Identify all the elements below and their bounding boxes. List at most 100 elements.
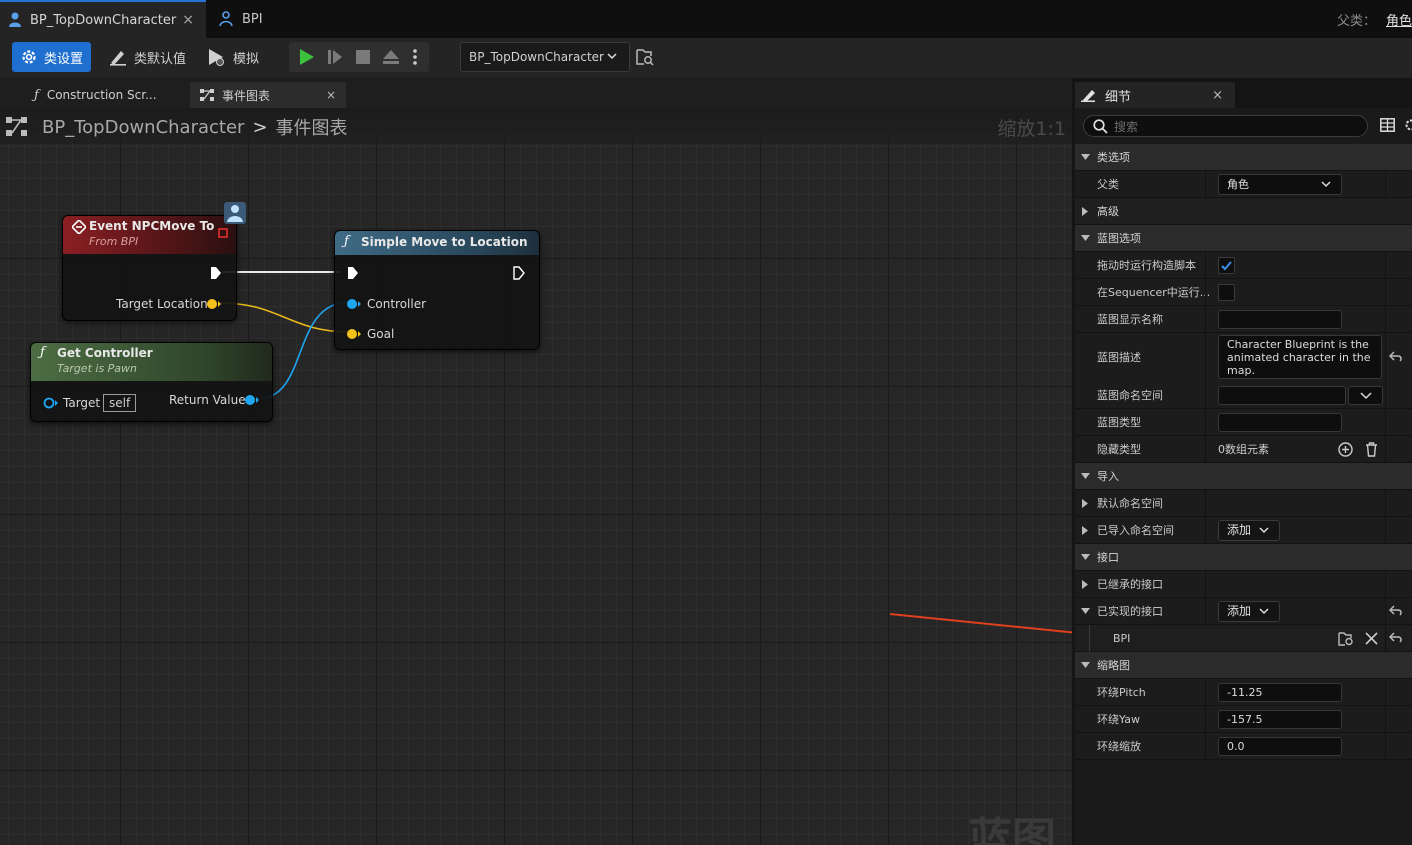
class-defaults-button[interactable]: 类默认值 [100,42,194,72]
row-run-in-sequencer: 在Sequencer中运行... [1075,279,1412,306]
exec-out-pin[interactable] [513,266,525,280]
toolbar: 类设置 类默认值 模拟 BP_TopDownCharacter [0,38,1412,78]
stop-button[interactable] [349,42,377,72]
target-default-value[interactable]: self [103,394,137,412]
play-options-button[interactable] [403,42,427,72]
details-search-input[interactable]: 搜索 [1083,115,1368,137]
vector-out-pin[interactable] [206,298,222,310]
reset-to-default-icon[interactable] [1389,351,1403,363]
tab-details[interactable]: 细节 × [1075,82,1235,108]
interface-name: BPI [1113,632,1131,645]
more-vertical-icon [413,49,417,65]
goal-in-pin[interactable] [346,328,362,340]
details-tab-bar: 细节 × [1075,78,1412,108]
delegate-pin-icon[interactable] [218,228,228,238]
row-inherited-interfaces[interactable]: 已继承的接口 [1075,571,1412,598]
run-construction-checkbox[interactable] [1218,257,1235,274]
add-interface-button[interactable]: 添加 [1218,601,1280,622]
doc-tab-bp-topdowncharacter[interactable]: BP_TopDownCharacter × [0,0,206,38]
property-label: 已导入命名空间 [1097,524,1174,537]
close-icon[interactable]: × [182,12,194,28]
display-name-field[interactable] [1218,310,1342,329]
close-icon[interactable] [1365,632,1378,645]
namespace-dropdown[interactable] [1348,386,1383,405]
chevron-down-icon [1081,154,1090,160]
row-advanced[interactable]: 高级 [1075,198,1412,225]
row-imported-namespaces[interactable]: 已导入命名空间 添加 [1075,517,1412,544]
blueprint-type-field[interactable] [1218,413,1342,432]
exec-out-pin[interactable] [210,266,222,280]
return-value-out-pin[interactable] [244,394,260,406]
property-label: 已继承的接口 [1097,578,1163,591]
run-in-sequencer-checkbox[interactable] [1218,284,1235,301]
doc-tab-label: BPI [242,11,263,27]
column-divider [1205,490,1206,516]
orbit-yaw-field[interactable]: -157.5 [1218,710,1342,729]
node-title: Simple Move to Location [361,235,528,249]
orbit-zoom-field[interactable]: 0.0 [1218,737,1342,756]
view-options-icon[interactable] [1380,118,1395,132]
controller-in-pin[interactable] [346,298,362,310]
row-display-name: 蓝图显示名称 [1075,306,1412,333]
reset-to-default-icon[interactable] [1389,605,1403,617]
eject-button[interactable] [377,42,405,72]
parent-class-combo[interactable]: 角色 [1218,174,1342,195]
row-default-namespaces[interactable]: 默认命名空间 [1075,490,1412,517]
add-imported-namespace-button[interactable]: 添加 [1218,520,1280,541]
get-controller-node[interactable]: ƒ Get Controller Target is Pawn Target s… [30,342,273,422]
class-settings-button[interactable]: 类设置 [12,42,91,72]
combo-value: 角色 [1227,178,1249,191]
close-icon[interactable]: × [1212,88,1223,103]
column-divider [1205,436,1206,462]
column-divider [1385,733,1386,759]
column-divider [1385,252,1386,278]
property-label: 蓝图描述 [1097,351,1141,364]
doc-tab-bpi[interactable]: BPI [212,0,302,38]
category-class-options[interactable]: 类选项 [1075,144,1412,171]
gear-icon[interactable] [1404,118,1412,132]
trash-icon[interactable] [1365,442,1378,457]
description-field[interactable]: Character Blueprint is the animated char… [1218,335,1382,379]
row-implemented-interfaces[interactable]: 已实现的接口 添加 [1075,598,1412,625]
simple-move-to-location-node[interactable]: ƒ Simple Move to Location Controller Goa… [334,230,540,350]
category-interfaces[interactable]: 接口 [1075,544,1412,571]
browse-to-asset-icon[interactable] [1338,631,1354,646]
namespace-field[interactable] [1218,386,1346,405]
orbit-pitch-field[interactable]: -11.25 [1218,683,1342,702]
exec-in-pin[interactable] [347,266,359,280]
category-thumbnail[interactable]: 缩略图 [1075,652,1412,679]
chevron-down-icon [1321,181,1331,188]
row-interface-bpi[interactable]: BPI [1075,625,1412,652]
chevron-down-icon [1081,473,1090,479]
category-blueprint-options[interactable]: 蓝图选项 [1075,225,1412,252]
play-button[interactable] [293,42,321,72]
node-header: ƒ Get Controller Target is Pawn [31,343,272,381]
column-divider [1205,517,1206,543]
column-divider [1385,436,1386,462]
tab-label: 细节 [1105,89,1132,105]
tab-event-graph[interactable]: 事件图表 × [190,82,346,108]
blueprint-character-icon [9,12,21,27]
browse-debug-object-icon[interactable] [636,48,654,66]
column-divider [1205,306,1206,332]
parent-class-link[interactable]: 角色 [1386,10,1412,29]
column-divider [1205,706,1206,732]
column-divider [1205,733,1206,759]
close-icon[interactable]: × [326,88,336,102]
step-button[interactable] [321,42,349,72]
simulate-button[interactable]: 模拟 [199,42,267,72]
column-divider [1385,517,1386,543]
node-subtitle: From BPI [89,235,139,248]
tab-construction-script[interactable]: ƒ Construction Scr... [24,82,184,108]
category-imports[interactable]: 导入 [1075,463,1412,490]
target-in-pin[interactable] [43,397,59,409]
add-label: 添加 [1227,523,1252,537]
event-graph-canvas[interactable]: BP_TopDownCharacter > 事件图表 缩放1:1 Event N… [0,108,1072,845]
play-controls [289,42,429,72]
add-element-icon[interactable] [1338,442,1353,457]
reset-to-default-icon[interactable] [1389,632,1403,644]
debug-object-select[interactable]: BP_TopDownCharacter [460,42,630,72]
property-label: 蓝图类型 [1097,416,1141,429]
pin-controller-label: Controller [367,297,427,311]
event-npcmoveto-node[interactable]: Event NPCMove To From BPI Target Locatio… [62,202,246,321]
